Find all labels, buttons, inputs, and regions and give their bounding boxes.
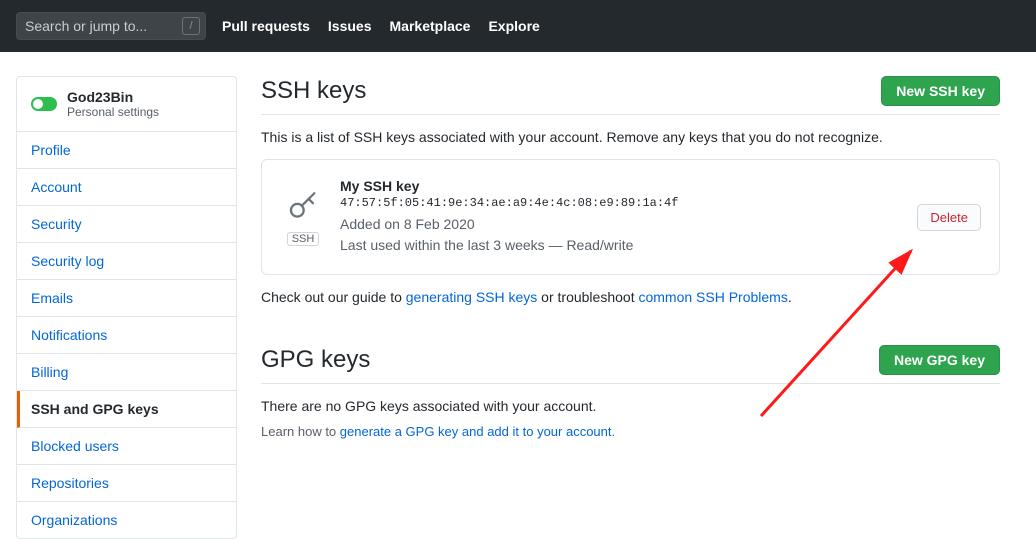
gpg-section-header: GPG keys New GPG key: [261, 345, 1000, 384]
sidebar-header: God23Bin Personal settings: [17, 77, 236, 132]
main-content: SSH keys New SSH key This is a list of S…: [261, 76, 1020, 439]
ssh-key-last-used: Last used within the last 3 weeks — Read…: [340, 235, 897, 256]
search-input[interactable]: [16, 12, 206, 40]
sidebar-item-repositories[interactable]: Repositories: [17, 465, 236, 502]
gpg-learn-link[interactable]: generate a GPG key and add it to your ac…: [340, 424, 612, 439]
delete-ssh-key-button[interactable]: Delete: [917, 204, 981, 231]
sidebar-item-profile[interactable]: Profile: [17, 132, 236, 169]
key-icon: [286, 189, 320, 226]
ssh-key-fingerprint: 47:57:5f:05:41:9e:34:ae:a9:4e:4c:08:e9:8…: [340, 196, 897, 210]
sidebar-item-account[interactable]: Account: [17, 169, 236, 206]
nav-pull-requests[interactable]: Pull requests: [222, 18, 310, 34]
slash-hint: /: [182, 17, 200, 35]
nav-issues[interactable]: Issues: [328, 18, 372, 34]
search-wrap: /: [16, 12, 206, 40]
sidebar-item-emails[interactable]: Emails: [17, 280, 236, 317]
sidebar-item-notifications[interactable]: Notifications: [17, 317, 236, 354]
nav-explore[interactable]: Explore: [488, 18, 539, 34]
gpg-learn: Learn how to generate a GPG key and add …: [261, 424, 1000, 439]
ssh-key-name: My SSH key: [340, 178, 897, 194]
sidebar-username: God23Bin: [67, 89, 159, 105]
ssh-guide-link-generate[interactable]: generating SSH keys: [406, 289, 538, 305]
sidebar-item-billing[interactable]: Billing: [17, 354, 236, 391]
sidebar-item-organizations[interactable]: Organizations: [17, 502, 236, 538]
ssh-guide-link-troubleshoot[interactable]: common SSH Problems: [638, 289, 787, 305]
status-toggle[interactable]: [31, 97, 57, 111]
sidebar-item-ssh-gpg-keys[interactable]: SSH and GPG keys: [17, 391, 236, 428]
sidebar-subtitle: Personal settings: [67, 105, 159, 119]
ssh-guide-prefix: Check out our guide to: [261, 289, 406, 305]
new-ssh-key-button[interactable]: New SSH key: [881, 76, 1000, 106]
new-gpg-key-button[interactable]: New GPG key: [879, 345, 1000, 375]
gpg-learn-prefix: Learn how to: [261, 424, 340, 439]
sidebar-item-blocked-users[interactable]: Blocked users: [17, 428, 236, 465]
page-container: God23Bin Personal settings Profile Accou…: [0, 52, 1036, 539]
sidebar-item-security-log[interactable]: Security log: [17, 243, 236, 280]
ssh-key-icon-column: SSH: [286, 189, 320, 246]
ssh-guide-suffix: .: [788, 289, 792, 305]
sidebar: God23Bin Personal settings Profile Accou…: [16, 76, 237, 539]
ssh-key-added: Added on 8 Feb 2020: [340, 214, 897, 235]
gpg-learn-suffix: .: [612, 424, 616, 439]
top-bar: / Pull requests Issues Marketplace Explo…: [0, 0, 1036, 52]
ssh-key-card: SSH My SSH key 47:57:5f:05:41:9e:34:ae:a…: [261, 159, 1000, 275]
ssh-guide-mid: or troubleshoot: [537, 289, 638, 305]
ssh-guide: Check out our guide to generating SSH ke…: [261, 289, 1000, 305]
ssh-heading: SSH keys: [261, 77, 366, 105]
gpg-heading: GPG keys: [261, 346, 370, 374]
ssh-key-info: My SSH key 47:57:5f:05:41:9e:34:ae:a9:4e…: [340, 178, 897, 256]
ssh-description: This is a list of SSH keys associated wi…: [261, 129, 1000, 145]
gpg-empty-text: There are no GPG keys associated with yo…: [261, 398, 1000, 414]
top-nav: Pull requests Issues Marketplace Explore: [222, 18, 540, 34]
sidebar-item-security[interactable]: Security: [17, 206, 236, 243]
ssh-badge: SSH: [287, 232, 320, 246]
nav-marketplace[interactable]: Marketplace: [390, 18, 471, 34]
ssh-section-header: SSH keys New SSH key: [261, 76, 1000, 115]
